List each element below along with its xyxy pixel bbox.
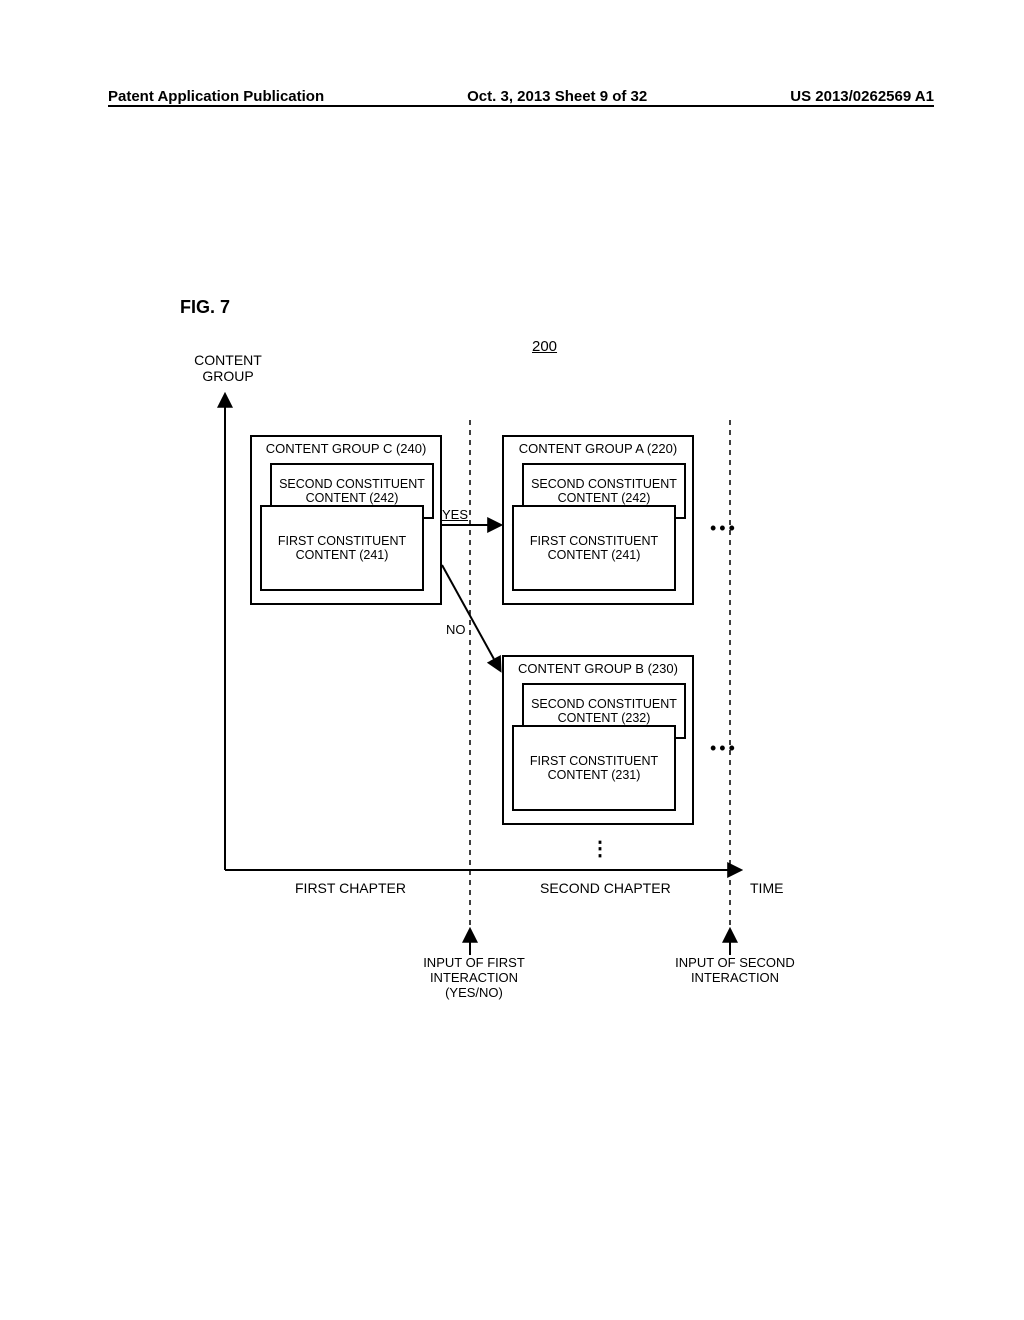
group-c-first-content: FIRST CONSTITUENT CONTENT (241) [260, 505, 424, 591]
group-b-title: CONTENT GROUP B (230) [504, 661, 692, 676]
content-group-c: CONTENT GROUP C (240) SECOND CONSTITUENT… [250, 435, 442, 605]
header-rule [108, 105, 934, 107]
first-interaction-label: INPUT OF FIRST INTERACTION (YES/NO) [414, 956, 534, 1001]
group-a-title: CONTENT GROUP A (220) [504, 441, 692, 456]
header: Patent Application Publication Oct. 3, 2… [0, 86, 1024, 107]
figure-label: FIG. 7 [180, 297, 230, 318]
header-left: Patent Application Publication [108, 88, 324, 105]
content-group-b: CONTENT GROUP B (230) SECOND CONSTITUENT… [502, 655, 694, 825]
group-c-title: CONTENT GROUP C (240) [252, 441, 440, 456]
header-center: Oct. 3, 2013 Sheet 9 of 32 [467, 88, 647, 105]
content-group-a: CONTENT GROUP A (220) SECOND CONSTITUENT… [502, 435, 694, 605]
second-chapter-label: SECOND CHAPTER [540, 880, 671, 896]
branch-yes-label: YES [442, 508, 468, 523]
branch-no-label: NO [446, 623, 466, 638]
group-a-first-content: FIRST CONSTITUENT CONTENT (241) [512, 505, 676, 591]
first-chapter-label: FIRST CHAPTER [295, 880, 406, 896]
header-right: US 2013/0262569 A1 [790, 88, 934, 105]
group-b-first-content: FIRST CONSTITUENT CONTENT (231) [512, 725, 676, 811]
diagram: 200 CONTENT GROUP [170, 340, 890, 1000]
page: Patent Application Publication Oct. 3, 2… [0, 0, 1024, 1320]
second-interaction-label: INPUT OF SECOND INTERACTION [670, 956, 800, 986]
x-axis-label: TIME [750, 880, 783, 896]
ellipsis-after-b: ••• [710, 738, 738, 759]
ellipsis-after-a: ••• [710, 518, 738, 539]
vertical-ellipsis: ⋮ [590, 838, 610, 861]
